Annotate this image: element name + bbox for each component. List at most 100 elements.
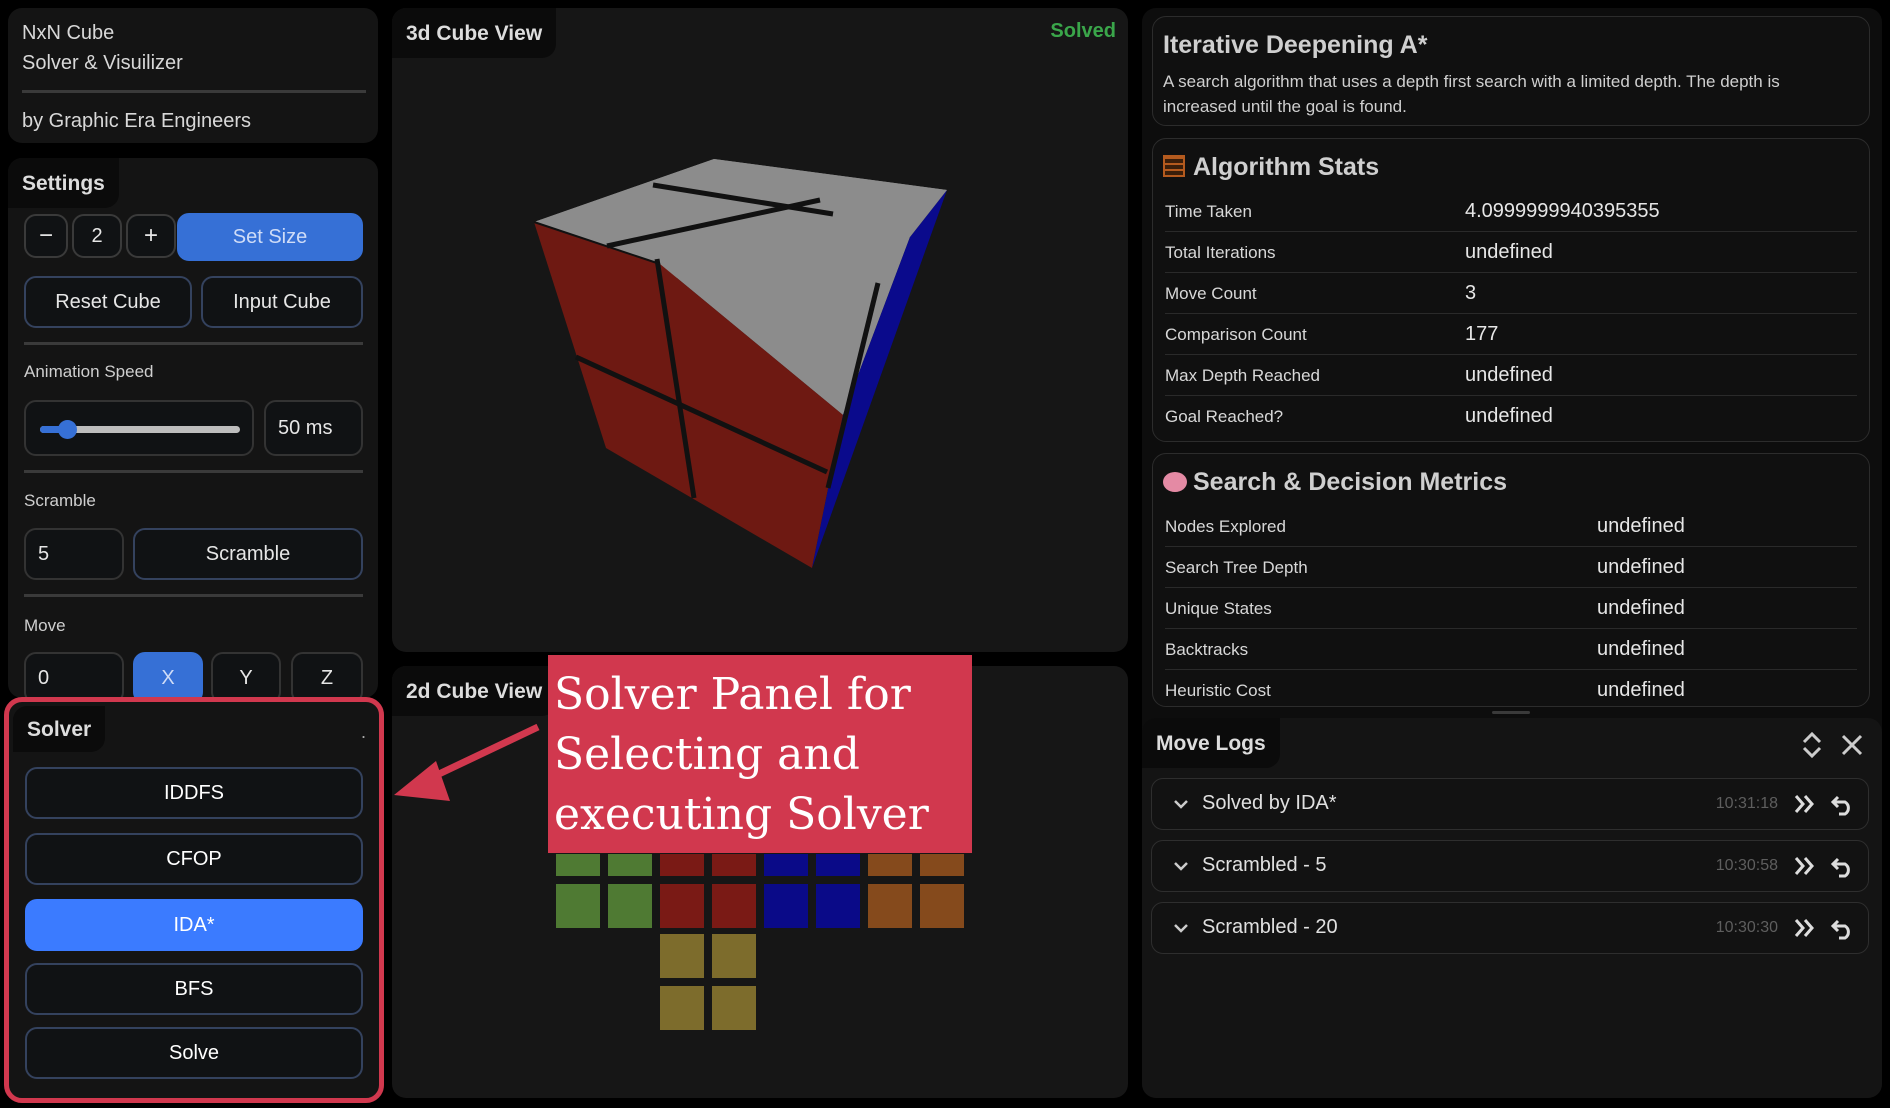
metric-label: Search Tree Depth: [1165, 558, 1308, 577]
fast-forward-icon[interactable]: [1792, 915, 1818, 941]
size-increment-button[interactable]: +: [126, 214, 176, 258]
close-icon[interactable]: [1840, 733, 1864, 757]
metric-row: Search Tree Depth undefined: [1165, 547, 1857, 588]
cfop-button[interactable]: CFOP: [25, 833, 363, 885]
fast-forward-icon[interactable]: [1792, 791, 1818, 817]
bfs-button[interactable]: BFS: [25, 963, 363, 1015]
stat-label: Time Taken: [1165, 202, 1252, 221]
settings-divider-2: [24, 470, 363, 473]
scramble-count-input[interactable]: 5: [24, 528, 124, 580]
net-sticker: [868, 854, 912, 876]
move-log-text: Scrambled - 5: [1202, 854, 1327, 876]
move-logs-tab-label: Move Logs: [1142, 718, 1280, 768]
move-log-entry[interactable]: Scrambled - 20 10:30:30: [1151, 902, 1869, 954]
app-title-line2: Solver & Visuilizer: [22, 52, 183, 74]
metric-row: Backtracks undefined: [1165, 629, 1857, 670]
scramble-button[interactable]: Scramble: [133, 528, 363, 580]
net-sticker: [660, 934, 704, 978]
stat-row: Goal Reached? undefined: [1165, 396, 1857, 436]
metric-label: Nodes Explored: [1165, 517, 1286, 536]
move-log-text: Solved by IDA*: [1202, 792, 1337, 814]
reset-cube-button[interactable]: Reset Cube: [24, 276, 192, 328]
metric-row: Heuristic Cost undefined: [1165, 670, 1857, 706]
annotation-line-1: Solver Panel for: [554, 669, 911, 720]
move-log-entry[interactable]: Scrambled - 5 10:30:58: [1151, 840, 1869, 892]
ida-star-button[interactable]: IDA*: [25, 899, 363, 951]
algorithm-name: Iterative Deepening A*: [1163, 31, 1428, 59]
solver-dot: .: [361, 722, 367, 742]
net-sticker: [816, 854, 860, 876]
set-size-button[interactable]: Set Size: [177, 213, 363, 261]
size-value-field[interactable]: 2: [72, 214, 122, 258]
net-sticker: [608, 854, 652, 876]
animation-speed-slider-track[interactable]: [40, 420, 240, 439]
stat-value: 3: [1465, 282, 1477, 304]
net-sticker: [660, 884, 704, 928]
animation-speed-slider-thumb[interactable]: [58, 420, 77, 439]
settings-tab-label: Settings: [8, 158, 119, 208]
axis-y-button[interactable]: Y: [211, 652, 281, 698]
search-metrics-title: Search & Decision Metrics: [1193, 468, 1508, 496]
settings-divider-1: [24, 342, 363, 345]
net-sticker: [764, 884, 808, 928]
solve-button[interactable]: Solve: [25, 1027, 363, 1079]
metric-label: Heuristic Cost: [1165, 681, 1271, 700]
algorithm-stats-title: Algorithm Stats: [1193, 153, 1380, 181]
app-title-line1: NxN Cube: [22, 22, 115, 44]
stat-value: undefined: [1465, 241, 1553, 263]
move-log-time: 10:30:58: [1715, 857, 1778, 874]
net-sticker: [660, 854, 704, 876]
net-sticker: [556, 854, 600, 876]
undo-icon[interactable]: [1830, 791, 1856, 817]
animation-speed-slider-box: [24, 400, 254, 456]
stat-value: 177: [1465, 323, 1499, 345]
axis-x-button[interactable]: X: [133, 652, 203, 698]
chevron-down-icon[interactable]: [1170, 793, 1192, 815]
metric-label: Unique States: [1165, 599, 1272, 618]
view-3d-panel: 3d Cube View Solved: [392, 8, 1128, 652]
metric-value: undefined: [1597, 638, 1685, 660]
net-sticker: [712, 986, 756, 1030]
annotation-callout: Solver Panel for Selecting and executing…: [548, 655, 972, 853]
undo-icon[interactable]: [1830, 915, 1856, 941]
algorithm-card: Iterative Deepening A* A search algorith…: [1152, 16, 1870, 126]
brain-icon: [1163, 472, 1187, 492]
metric-label: Backtracks: [1165, 640, 1249, 659]
resize-handle[interactable]: [1492, 711, 1530, 714]
expand-collapse-icon[interactable]: [1800, 730, 1824, 760]
move-log-entry[interactable]: Solved by IDA* 10:31:18: [1151, 778, 1869, 830]
metric-value: undefined: [1597, 515, 1685, 537]
animation-speed-label: Animation Speed: [24, 362, 154, 381]
stat-value: 4.0999999940395355: [1465, 200, 1660, 222]
undo-icon[interactable]: [1830, 853, 1856, 879]
byline: by Graphic Era Engineers: [22, 110, 252, 132]
move-log-time: 10:31:18: [1715, 795, 1778, 812]
chevron-down-icon[interactable]: [1170, 917, 1192, 939]
move-log-text: Scrambled - 20: [1202, 916, 1338, 938]
stat-row: Move Count 3: [1165, 273, 1857, 314]
iddfs-button[interactable]: IDDFS: [25, 767, 363, 819]
view-2d-tab-label: 2d Cube View: [392, 666, 557, 716]
input-cube-button[interactable]: Input Cube: [201, 276, 363, 328]
move-count-input[interactable]: 0: [24, 652, 124, 698]
move-log-time: 10:30:30: [1715, 919, 1778, 936]
settings-panel: Settings − 2 + Set Size Reset Cube Input…: [8, 158, 378, 698]
net-sticker: [712, 854, 756, 876]
header-divider: [22, 90, 366, 93]
stat-value: undefined: [1465, 364, 1553, 386]
net-sticker: [920, 884, 964, 928]
chevron-down-icon[interactable]: [1170, 855, 1192, 877]
solver-panel: Solver . IDDFS CFOP IDA* BFS Solve: [4, 697, 384, 1103]
net-sticker: [816, 884, 860, 928]
size-decrement-button[interactable]: −: [24, 214, 68, 258]
stat-label: Comparison Count: [1165, 325, 1307, 344]
net-sticker: [868, 884, 912, 928]
net-sticker: [920, 854, 964, 876]
cube-3d-canvas[interactable]: [392, 8, 1128, 652]
move-label: Move: [24, 616, 66, 635]
net-sticker: [712, 934, 756, 978]
metric-value: undefined: [1597, 597, 1685, 619]
net-sticker: [712, 884, 756, 928]
axis-z-button[interactable]: Z: [291, 652, 363, 698]
fast-forward-icon[interactable]: [1792, 853, 1818, 879]
